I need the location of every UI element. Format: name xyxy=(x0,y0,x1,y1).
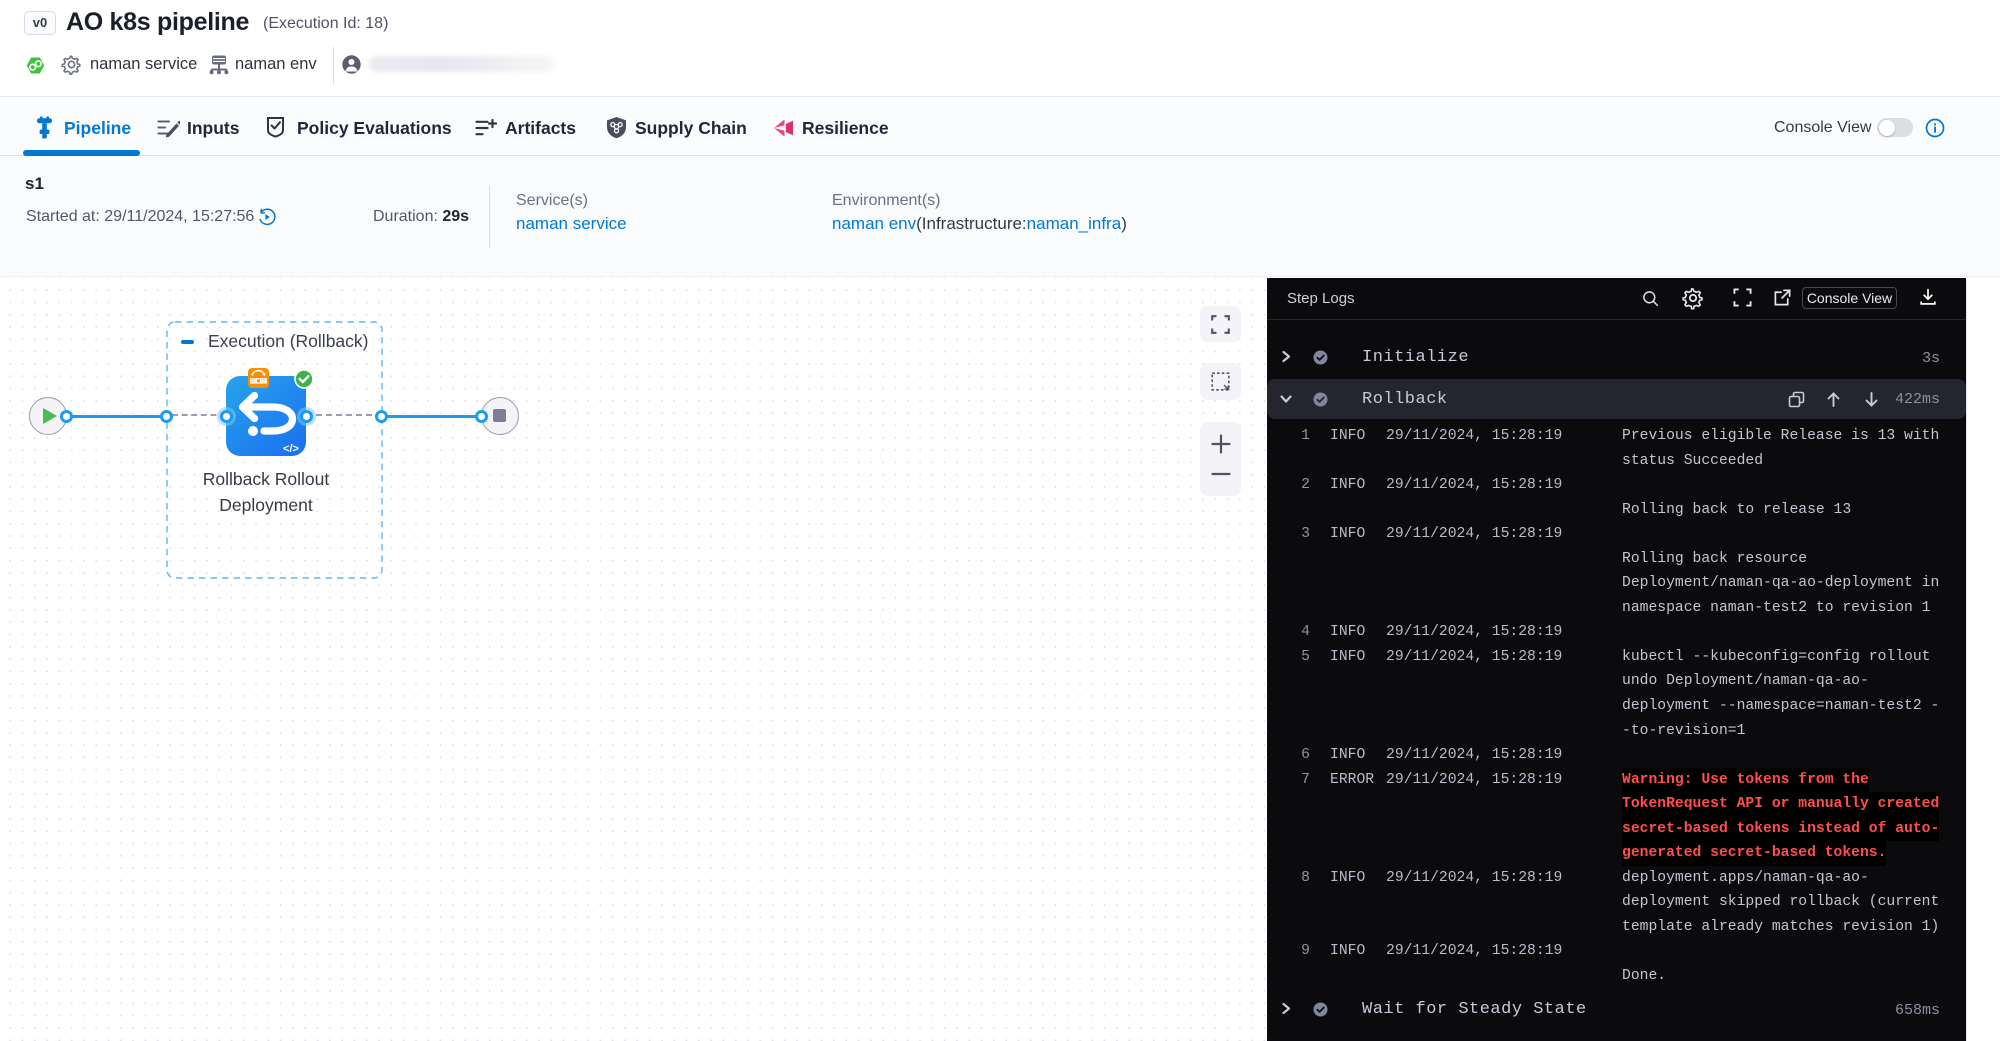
svg-text:</>: </> xyxy=(283,443,299,455)
